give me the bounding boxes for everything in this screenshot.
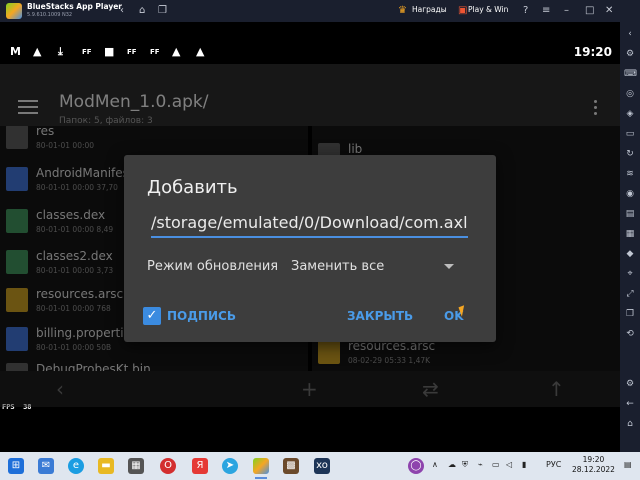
sidebar-rotate-icon[interactable]: ↻ bbox=[624, 148, 636, 160]
clock-time: 19:20 bbox=[582, 455, 605, 464]
sidebar-back-nav-icon[interactable]: ← bbox=[624, 398, 636, 410]
emulator-sidebar: ‹ ⚙ ⌨ ◎ ◈ ▭ ↻ ≋ ◉ ▤ ▦ ◆ ⌖ ⤢ ❐ ⟲ ⚙ ← ⌂ bbox=[620, 22, 640, 452]
sidebar-keyboard-icon[interactable]: ⌨ bbox=[624, 68, 637, 80]
shield-tray-icon[interactable]: ⛨ bbox=[462, 460, 468, 470]
warning-icon: ▲ bbox=[33, 45, 42, 58]
sign-checkbox[interactable]: ✓ bbox=[143, 307, 161, 325]
bluestacks-taskbar-icon[interactable] bbox=[253, 458, 269, 474]
sidebar-volume-icon[interactable]: ◈ bbox=[624, 108, 636, 120]
notification-icon[interactable]: ▤ bbox=[624, 460, 632, 469]
menu-icon[interactable]: ≡ bbox=[542, 4, 550, 18]
file-explorer-icon[interactable]: ▬ bbox=[98, 458, 114, 474]
sidebar-gear-icon[interactable]: ⚙ bbox=[624, 378, 636, 390]
cloud-icon[interactable]: ☁ bbox=[448, 460, 456, 469]
window-title: BlueStacks App Player bbox=[27, 2, 122, 11]
window-titlebar: BlueStacks App Player 5.9.610.1009 N32 ‹… bbox=[0, 0, 640, 22]
warning-icon: ▲ bbox=[196, 45, 205, 58]
sign-checkbox-label[interactable]: ПОДПИСЬ bbox=[167, 309, 236, 323]
app-icon[interactable]: xo bbox=[314, 458, 330, 474]
opera-icon[interactable]: O bbox=[160, 458, 176, 474]
sidebar-multi-instance-icon[interactable]: ❐ bbox=[624, 308, 636, 320]
sidebar-shake-icon[interactable]: ≋ bbox=[624, 168, 636, 180]
active-app-indicator bbox=[255, 477, 267, 479]
ff-icon: FF bbox=[82, 48, 92, 56]
telegram-icon[interactable]: ➤ bbox=[222, 458, 238, 474]
gmail-icon: M bbox=[10, 45, 21, 58]
back-icon[interactable]: ‹ bbox=[120, 4, 124, 18]
sidebar-resize-icon[interactable]: ⤢ bbox=[624, 288, 636, 300]
sidebar-screenshot-icon[interactable]: ◉ bbox=[624, 188, 636, 200]
multitask-icon[interactable]: ❐ bbox=[158, 4, 167, 18]
yandex-icon[interactable]: Я bbox=[192, 458, 208, 474]
bluestacks-logo-icon bbox=[6, 3, 22, 19]
download-icon: ⤓ bbox=[58, 45, 63, 58]
android-status-bar: M ▲ ⤓ FF ■ FF FF ▲ ▲ 19:20 bbox=[0, 40, 620, 64]
ff-icon: FF bbox=[150, 48, 160, 56]
sidebar-apk-icon[interactable]: ▦ bbox=[624, 228, 636, 240]
add-dialog: Добавить Режим обновления Заменить все ✓… bbox=[124, 155, 496, 342]
sidebar-sync-icon[interactable]: ⟲ bbox=[624, 328, 636, 340]
sidebar-settings-icon[interactable]: ⚙ bbox=[624, 48, 636, 60]
volume-icon[interactable]: ◁ bbox=[506, 460, 512, 469]
sidebar-macro-icon[interactable]: ▭ bbox=[624, 128, 636, 140]
dialog-title: Добавить bbox=[147, 177, 238, 198]
crown-icon: ♛ bbox=[398, 5, 407, 16]
sidebar-back-icon[interactable]: ‹ bbox=[624, 28, 636, 40]
edge-icon[interactable]: e bbox=[68, 458, 84, 474]
status-time: 19:20 bbox=[573, 45, 612, 59]
sidebar-folder-icon[interactable]: ▤ bbox=[624, 208, 636, 220]
minimize-icon[interactable]: – bbox=[564, 4, 569, 18]
home-icon[interactable]: ⌂ bbox=[139, 4, 145, 18]
mail-icon[interactable]: ✉ bbox=[38, 458, 54, 474]
play-win-button[interactable]: Play & Win bbox=[468, 5, 508, 14]
path-input[interactable] bbox=[151, 208, 468, 238]
square-icon: ■ bbox=[104, 45, 115, 58]
update-mode-select[interactable]: Заменить все bbox=[291, 259, 384, 274]
update-mode-label: Режим обновления bbox=[147, 259, 279, 274]
battery-icon[interactable]: ▮ bbox=[522, 460, 526, 469]
windows-taskbar: ⊞ ✉ e ▬ ▦ O Я ➤ ▩ xo ◯ ∧ ☁ ⛨ ⌁ ▭ ◁ ▮ РУС… bbox=[0, 452, 640, 480]
store-icon[interactable]: ▦ bbox=[128, 458, 144, 474]
minecraft-icon[interactable]: ▩ bbox=[283, 458, 299, 474]
clock-date: 28.12.2022 bbox=[572, 465, 615, 474]
close-window-icon[interactable]: ✕ bbox=[605, 4, 613, 18]
maximize-icon[interactable]: □ bbox=[585, 4, 594, 18]
system-clock[interactable]: 19:20 28.12.2022 bbox=[572, 455, 615, 475]
sidebar-location-icon[interactable]: ⌖ bbox=[624, 268, 636, 280]
sidebar-gamepad-icon[interactable]: ◎ bbox=[624, 88, 636, 100]
sidebar-eco-icon[interactable]: ◆ bbox=[624, 248, 636, 260]
close-button[interactable]: ЗАКРЫТЬ bbox=[347, 309, 413, 323]
warning-icon: ▲ bbox=[172, 45, 181, 58]
start-windows-icon[interactable]: ⊞ bbox=[8, 458, 24, 474]
network-icon[interactable]: ▭ bbox=[492, 460, 500, 469]
ff-icon: FF bbox=[127, 48, 137, 56]
rewards-button[interactable]: Награды bbox=[412, 5, 447, 14]
window-version: 5.9.610.1009 N32 bbox=[27, 12, 73, 18]
language-indicator[interactable]: РУС bbox=[546, 460, 561, 469]
gift-icon: ▣ bbox=[458, 5, 468, 16]
dropdown-caret-icon[interactable] bbox=[444, 264, 454, 269]
usb-icon[interactable]: ⌁ bbox=[478, 460, 483, 469]
alice-icon[interactable]: ◯ bbox=[408, 458, 424, 474]
help-icon[interactable]: ? bbox=[523, 4, 528, 18]
sidebar-home-icon[interactable]: ⌂ bbox=[624, 418, 636, 430]
tray-chevron-icon[interactable]: ∧ bbox=[432, 460, 438, 469]
